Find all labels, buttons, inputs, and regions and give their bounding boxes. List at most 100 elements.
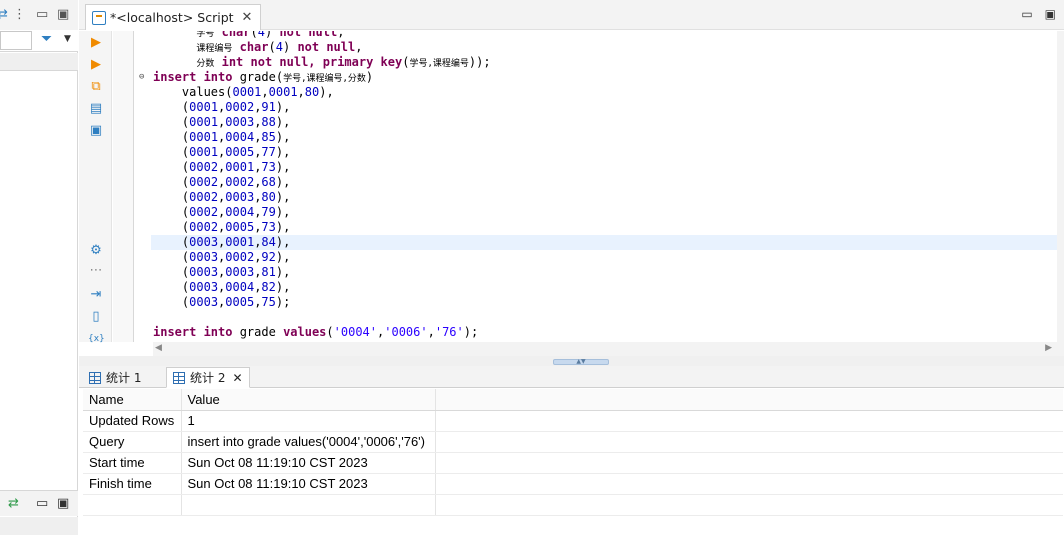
run-script-icon[interactable]: ▶ bbox=[88, 57, 104, 73]
code-line[interactable]: (0001,0004,85), bbox=[153, 130, 1058, 145]
code-line[interactable]: 分数 int not null, primary key(学号,课程编号)); bbox=[153, 55, 1058, 70]
table-cell[interactable]: Query bbox=[83, 431, 182, 453]
code-token: 0004 bbox=[225, 205, 255, 219]
code-line[interactable]: (0002,0003,80), bbox=[153, 190, 1058, 205]
grid-icon bbox=[89, 371, 101, 384]
settings-icon[interactable]: ⚙ bbox=[88, 243, 104, 259]
code-token: 0002 bbox=[225, 175, 255, 189]
code-line[interactable]: (0003,0005,75); bbox=[153, 295, 1058, 310]
panel-splitter[interactable]: ▲▼ bbox=[79, 356, 1064, 366]
code-line[interactable]: 课程编号 char(4) not null, bbox=[153, 40, 1058, 55]
export-icon[interactable]: ⇥ bbox=[88, 287, 104, 303]
vertical-dots-icon[interactable]: ⋮ bbox=[13, 7, 26, 23]
code-line[interactable]: (0002,0001,73), bbox=[153, 160, 1058, 175]
variables-icon[interactable]: {x} bbox=[88, 331, 105, 347]
sync-icon[interactable]: ⇄ bbox=[8, 496, 19, 512]
code-line[interactable]: (0001,0003,88), bbox=[153, 115, 1058, 130]
code-token: '0004' bbox=[333, 325, 378, 339]
code-token: 4 bbox=[257, 31, 265, 39]
code-token: 0005 bbox=[225, 220, 255, 234]
editor-vertical-scrollbar[interactable] bbox=[1057, 31, 1064, 342]
explain-plan-icon[interactable]: ⧉ bbox=[88, 79, 104, 95]
code-token: insert into bbox=[153, 325, 233, 339]
tab-stats-1[interactable]: 统计 1 bbox=[83, 367, 147, 388]
code-token: 0003 bbox=[189, 235, 219, 249]
code-token: 80 bbox=[304, 85, 320, 99]
code-line[interactable]: 学号 char(4) not null, bbox=[153, 31, 1058, 40]
code-line[interactable]: (0001,0005,77), bbox=[153, 145, 1058, 160]
more-icon[interactable]: ⋯ bbox=[88, 263, 104, 279]
code-token: 0004 bbox=[225, 280, 255, 294]
navigator-panel: ⇄ ⋮ ▭ ▣ ⏷ ▼ ⇄ ▭ ▣ bbox=[0, 0, 78, 535]
maximize-icon[interactable]: ▣ bbox=[1045, 7, 1056, 21]
code-token: 0002 bbox=[189, 205, 219, 219]
sql-code[interactable]: 学号 char(4) not null, 课程编号 char(4) not nu… bbox=[139, 31, 1058, 340]
error-log-icon[interactable]: ▯ bbox=[88, 309, 104, 325]
link-icon[interactable]: ⇄ bbox=[0, 7, 8, 23]
code-token: 73 bbox=[261, 220, 276, 234]
code-token: 0001 bbox=[189, 100, 219, 114]
code-token: 0001 bbox=[189, 145, 219, 159]
scroll-right-icon[interactable]: ▶ bbox=[1045, 343, 1052, 353]
maximize-icon[interactable]: ▣ bbox=[57, 7, 69, 23]
table-cell[interactable]: Start time bbox=[83, 452, 182, 474]
code-line[interactable]: ⊖ insert into grade(学号,课程编号,分数) bbox=[139, 70, 1058, 85]
code-line[interactable]: (0002,0004,79), bbox=[153, 205, 1058, 220]
minimize-icon[interactable]: ▭ bbox=[1021, 7, 1032, 21]
run-statement-icon[interactable]: ▶ bbox=[88, 35, 104, 51]
navigator-header bbox=[0, 53, 78, 71]
table-cell[interactable]: Updated Rows bbox=[83, 410, 182, 432]
execute-script-icon[interactable]: ▤ bbox=[88, 101, 104, 117]
filter-icon[interactable]: ⏷ bbox=[41, 31, 52, 47]
column-header-value[interactable]: Value bbox=[181, 389, 436, 411]
table-cell[interactable]: insert into grade values('0004','0006','… bbox=[181, 431, 436, 453]
table-cell-filler bbox=[435, 410, 1063, 432]
code-token: 0003 bbox=[189, 265, 219, 279]
results-tab-bar: 统计 1 统计 2 ✕ bbox=[79, 366, 1064, 388]
code-token: 学号,课程编号 bbox=[409, 59, 469, 69]
table-row[interactable]: Finish time Sun Oct 08 11:19:10 CST 2023 bbox=[83, 473, 1063, 495]
editor-horizontal-scrollbar[interactable]: ◀ ▶ bbox=[153, 342, 1064, 356]
code-line[interactable]: (0003,0002,92), bbox=[153, 250, 1058, 265]
code-token: 80 bbox=[261, 190, 276, 204]
code-token: 0002 bbox=[189, 160, 219, 174]
open-console-icon[interactable]: ▣ bbox=[88, 123, 104, 139]
maximize-icon[interactable]: ▣ bbox=[57, 496, 69, 512]
code-line[interactable]: insert into grade values('0004','0006','… bbox=[153, 325, 1058, 340]
table-row[interactable]: Start time Sun Oct 08 11:19:10 CST 2023 bbox=[83, 452, 1063, 474]
code-line[interactable]: (0003,0004,82), bbox=[153, 280, 1058, 295]
navigator-filter-input[interactable] bbox=[0, 31, 32, 50]
table-row[interactable]: Updated Rows 1 bbox=[83, 410, 1063, 432]
code-token: char bbox=[232, 40, 269, 54]
tab-script[interactable]: *<localhost> Script ✕ bbox=[85, 4, 262, 30]
code-line[interactable]: (0002,0005,73), bbox=[153, 220, 1058, 235]
minimize-icon[interactable]: ▭ bbox=[36, 496, 48, 512]
fold-collapse-icon: ⊖ bbox=[139, 72, 145, 82]
tab-stats-2[interactable]: 统计 2 ✕ bbox=[166, 367, 250, 388]
code-token: 学号,课程编号,分数 bbox=[283, 74, 366, 84]
close-icon[interactable]: ✕ bbox=[242, 10, 253, 25]
code-token: 0001 bbox=[232, 85, 262, 99]
table-cell[interactable]: Finish time bbox=[83, 473, 182, 495]
code-line[interactable]: (0001,0002,91), bbox=[153, 100, 1058, 115]
code-token: 0002 bbox=[225, 100, 255, 114]
close-icon[interactable]: ✕ bbox=[232, 371, 242, 385]
code-line[interactable] bbox=[153, 310, 1058, 325]
code-token: 91 bbox=[261, 100, 276, 114]
table-row[interactable]: Query insert into grade values('0004','0… bbox=[83, 431, 1063, 453]
table-cell[interactable]: 1 bbox=[181, 410, 436, 432]
table-cell[interactable]: Sun Oct 08 11:19:10 CST 2023 bbox=[181, 452, 436, 474]
table-cell[interactable]: Sun Oct 08 11:19:10 CST 2023 bbox=[181, 473, 436, 495]
chevron-down-icon[interactable]: ▼ bbox=[64, 34, 71, 44]
sql-editor[interactable]: 学号 char(4) not null, 课程编号 char(4) not nu… bbox=[113, 31, 1064, 342]
code-token: 0003 bbox=[189, 295, 219, 309]
minimize-icon[interactable]: ▭ bbox=[36, 7, 48, 23]
table-cell-empty bbox=[181, 494, 436, 516]
splitter-handle[interactable]: ▲▼ bbox=[553, 359, 609, 365]
code-line-current[interactable]: (0003,0001,84), bbox=[151, 235, 1058, 250]
code-line[interactable]: (0002,0002,68), bbox=[153, 175, 1058, 190]
code-line[interactable]: values(0001,0001,80), bbox=[153, 85, 1058, 100]
code-line[interactable]: (0003,0003,81), bbox=[153, 265, 1058, 280]
column-header-name[interactable]: Name bbox=[83, 389, 182, 411]
scroll-left-icon[interactable]: ◀ bbox=[155, 343, 162, 353]
